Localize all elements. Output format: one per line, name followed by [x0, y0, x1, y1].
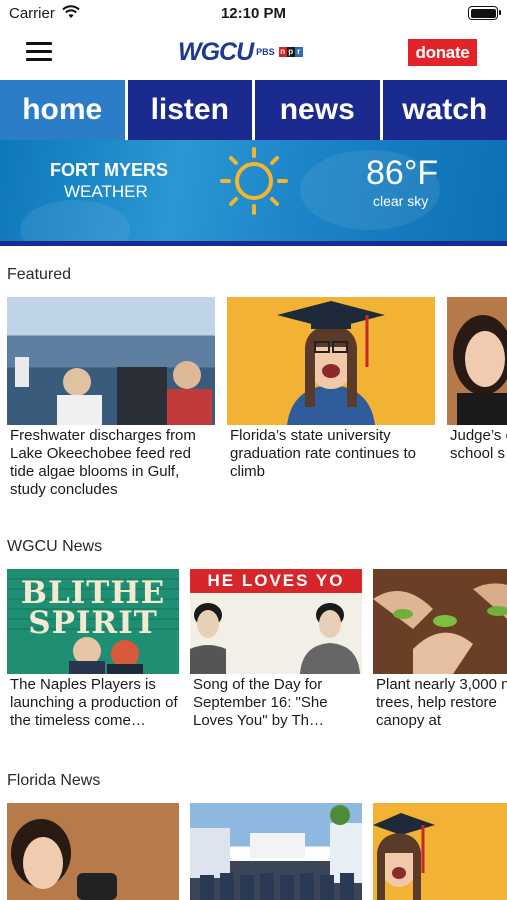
- wgcu-news-caption-3: Plant nearly 3,000 native trees, help re…: [376, 676, 507, 729]
- weather-banner[interactable]: FORT MYERS WEATHER 86°F clear sky: [0, 140, 507, 246]
- battery-icon: [468, 6, 501, 20]
- tab-listen[interactable]: listen: [127, 80, 252, 140]
- clock: 12:10 PM: [220, 5, 287, 22]
- donate-button[interactable]: donate: [408, 39, 477, 66]
- wgcu-news-caption-2: Song of the Day for September 16: "She L…: [193, 676, 328, 729]
- sun-icon: [220, 147, 288, 215]
- wgcu-news-carousel[interactable]: BLITHE SPIRIT The Naples Players is laun…: [0, 569, 507, 749]
- logo-wgcu-text: WGCU: [178, 37, 254, 66]
- weather-divider: [0, 241, 507, 246]
- wgcu-news-image-2: HE LOVES YO: [190, 569, 362, 674]
- weather-condition: clear sky: [373, 193, 429, 209]
- wgcu-logo[interactable]: WGCU PBS n p r: [178, 38, 303, 66]
- app-header: WGCU PBS n p r donate: [0, 28, 507, 80]
- wgcu-news-card[interactable]: Plant nearly 3,000 native trees, help re…: [373, 569, 507, 746]
- hamburger-menu-icon[interactable]: [26, 42, 52, 62]
- florida-news-image-1: [7, 803, 179, 900]
- weather-label: WEATHER: [64, 182, 148, 201]
- pbs-logo-icon: PBS: [256, 47, 275, 57]
- section-title-featured: Featured: [7, 266, 72, 283]
- tab-home[interactable]: home: [0, 80, 125, 140]
- florida-news-card[interactable]: [373, 803, 507, 900]
- tab-news[interactable]: news: [255, 80, 380, 140]
- weather-city: FORT MYERS: [50, 160, 169, 180]
- florida-news-card[interactable]: [190, 803, 362, 900]
- temperature: 86°F: [366, 154, 439, 192]
- featured-image-1: [7, 297, 215, 425]
- featured-card[interactable]: Florida’s state university graduation ra…: [227, 297, 435, 497]
- florida-news-image-3: [373, 803, 507, 900]
- featured-card[interactable]: Judge’s criticized end their school s: [447, 297, 507, 497]
- status-bar: Carrier 12:10 PM: [0, 0, 507, 28]
- featured-carousel[interactable]: Freshwater discharges from Lake Okeechob…: [0, 297, 507, 507]
- wgcu-news-image-3: [373, 569, 507, 674]
- wgcu-news-card[interactable]: BLITHE SPIRIT The Naples Players is laun…: [7, 569, 179, 746]
- wgcu-news-image-1: BLITHE SPIRIT: [7, 569, 179, 674]
- florida-news-image-2: [190, 803, 362, 900]
- section-title-wgcu-news: WGCU News: [7, 538, 103, 555]
- featured-image-3: [447, 297, 507, 425]
- featured-image-2: [227, 297, 435, 425]
- florida-news-card[interactable]: [7, 803, 179, 900]
- blithe-title-line2: SPIRIT: [28, 605, 158, 641]
- npr-logo-icon: n p r: [278, 47, 303, 57]
- wgcu-news-card[interactable]: HE LOVES YO Song of the Day for Septembe…: [190, 569, 362, 746]
- main-tabs: home listen news watch: [0, 80, 507, 140]
- featured-caption-3: Judge’s criticized end their school s: [450, 427, 507, 462]
- tab-watch[interactable]: watch: [382, 80, 507, 140]
- wgcu-news-caption-1: The Naples Players is launching a produc…: [10, 676, 178, 729]
- featured-caption-1: Freshwater discharges from Lake Okeechob…: [10, 427, 196, 497]
- section-title-florida-news: Florida News: [7, 772, 101, 789]
- florida-news-carousel[interactable]: [0, 803, 507, 900]
- featured-card[interactable]: Freshwater discharges from Lake Okeechob…: [7, 297, 215, 497]
- featured-caption-2: Florida’s state university graduation ra…: [230, 427, 416, 480]
